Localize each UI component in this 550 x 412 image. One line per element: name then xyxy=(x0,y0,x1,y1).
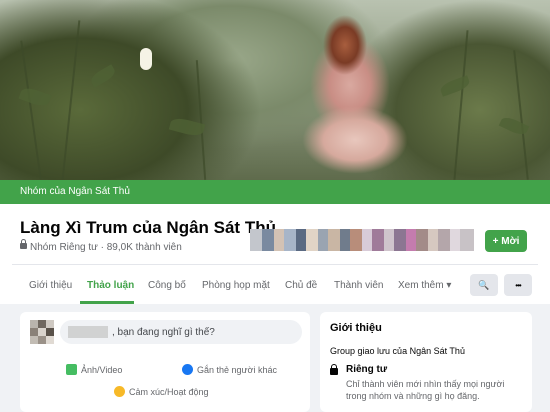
lamp-shape xyxy=(140,48,152,70)
privacy-label: Nhóm Riêng tư xyxy=(30,242,98,253)
plant-leaf xyxy=(88,64,118,88)
post-composer-card: , bạn đang nghĩ gì thế? Ảnh/Video Gắn th… xyxy=(20,312,310,412)
search-button[interactable]: 🔍 xyxy=(470,274,498,296)
invite-button[interactable]: + Mời xyxy=(485,230,527,252)
photo-video-button[interactable]: Ảnh/Video xyxy=(66,364,122,375)
tab-rooms[interactable]: Phòng họp mặt xyxy=(202,280,270,291)
plant-leaf xyxy=(438,75,472,97)
more-icon: ••• xyxy=(515,280,521,290)
avatar[interactable] xyxy=(30,320,54,344)
member-count: 89,0K thành viên xyxy=(106,242,182,253)
tab-more[interactable]: Xem thêm ▾ xyxy=(398,280,451,291)
post-input-placeholder: , bạn đang nghĩ gì thế? xyxy=(112,327,215,338)
plant-leaf xyxy=(18,85,52,109)
plant-stem xyxy=(513,50,529,180)
lock-icon xyxy=(20,239,27,249)
tab-about[interactable]: Giới thiệu xyxy=(29,280,72,291)
pixelated-banner xyxy=(250,229,475,251)
cover-photo[interactable] xyxy=(0,0,550,180)
photo-icon xyxy=(66,364,77,375)
tag-people-label: Gắn thẻ người khác xyxy=(197,364,277,375)
about-card: Giới thiệu Group giao lưu của Ngân Sát T… xyxy=(320,312,532,412)
more-options-button[interactable]: ••• xyxy=(504,274,532,296)
about-heading: Giới thiệu xyxy=(330,322,382,334)
group-meta: Nhóm Riêng tư · 89,0K thành viên xyxy=(20,239,182,253)
tag-people-button[interactable]: Gắn thẻ người khác xyxy=(182,364,277,375)
tab-topics[interactable]: Chủ đề xyxy=(285,280,317,291)
plant-stem xyxy=(453,30,469,180)
emoji-icon xyxy=(114,386,125,397)
group-bar[interactable]: Nhóm của Ngân Sát Thủ xyxy=(0,180,550,204)
divider xyxy=(12,264,538,265)
plant-stem xyxy=(61,20,81,180)
tab-members[interactable]: Thành viên xyxy=(334,280,383,291)
tab-discussion[interactable]: Thảo luận xyxy=(87,280,134,291)
lock-icon xyxy=(330,364,338,375)
blurred-name xyxy=(68,326,108,338)
group-header: Làng Xì Trum của Ngân Sát Thủ Nhóm Riêng… xyxy=(0,204,550,304)
active-tab-indicator xyxy=(80,301,134,304)
search-icon: 🔍 xyxy=(478,279,490,290)
photo-video-label: Ảnh/Video xyxy=(81,364,123,375)
privacy-title: Riêng tư xyxy=(346,364,388,375)
plant-leaf xyxy=(498,114,530,138)
plant-stem xyxy=(195,60,207,180)
post-input[interactable]: , bạn đang nghĩ gì thế? xyxy=(60,320,302,344)
tab-announcements[interactable]: Công bố xyxy=(148,280,186,291)
about-description: Group giao lưu của Ngân Sát Thủ xyxy=(330,346,465,356)
tag-people-icon xyxy=(182,364,193,375)
feeling-label: Cảm xúc/Hoạt động xyxy=(129,386,209,397)
group-bar-label[interactable]: Nhóm của Ngân Sát Thủ xyxy=(20,186,130,197)
privacy-description: Chỉ thành viên mới nhìn thấy mọi người t… xyxy=(346,379,505,401)
group-title: Làng Xì Trum của Ngân Sát Thủ xyxy=(20,218,276,237)
feeling-activity-button[interactable]: Cảm xúc/Hoạt động xyxy=(114,386,209,397)
plant-stem xyxy=(20,40,42,180)
